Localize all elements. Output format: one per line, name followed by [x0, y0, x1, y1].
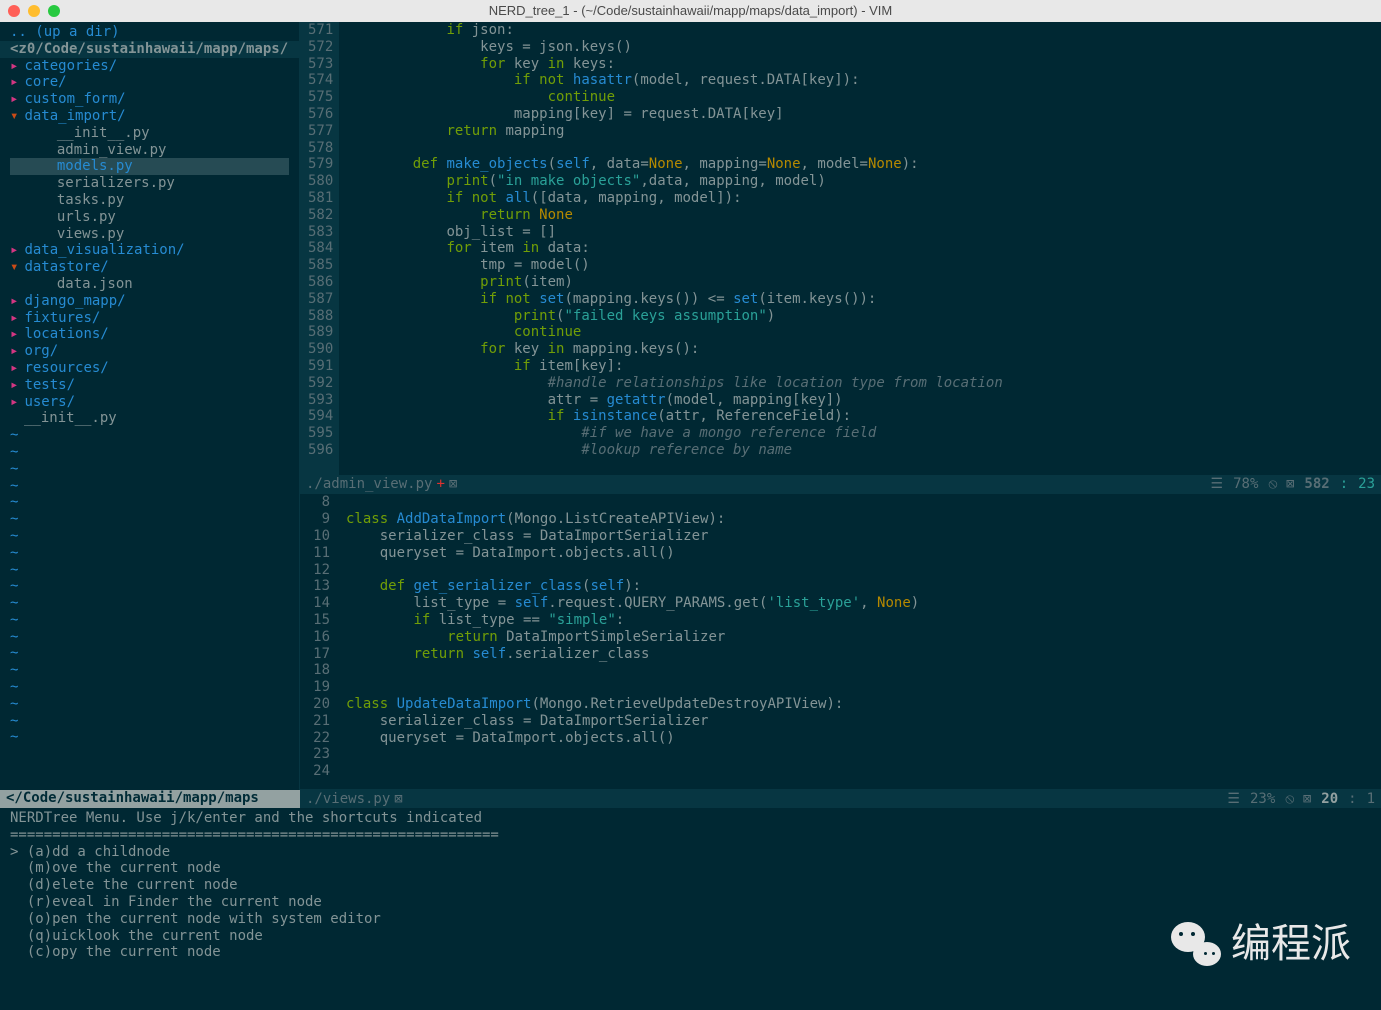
tree-item[interactable]: serializers.py	[0, 175, 299, 192]
empty-line-tilde: ~	[0, 461, 299, 478]
buffer-line: 582	[1304, 476, 1329, 493]
tree-item[interactable]: tasks.py	[0, 192, 299, 209]
tree-item[interactable]: views.py	[0, 226, 299, 243]
menu-item[interactable]: (r)eveal in Finder the current node	[10, 894, 1371, 911]
tree-item[interactable]: ▸tests/	[0, 377, 299, 394]
line-gutter: 89101112131415161718192021222324	[300, 494, 340, 789]
empty-line-tilde: ~	[0, 562, 299, 579]
empty-line-tilde: ~	[0, 645, 299, 662]
buffer-col: 23	[1358, 476, 1375, 493]
buffer-modified-icon: +	[436, 476, 444, 493]
code-area[interactable]: if json: keys = json.keys() for key in k…	[339, 22, 1381, 475]
empty-line-tilde: ~	[0, 595, 299, 612]
chevron-right-icon: ▸	[10, 74, 18, 90]
buffer-filename: ./admin_view.py	[306, 476, 432, 493]
statusbar-buffer2: ./views.py ⊠ ☰ 23% ⦸ ⊠ 20:1	[300, 790, 1381, 808]
tree-root[interactable]: <z0/Code/sustainhawaii/mapp/maps/	[0, 41, 299, 58]
empty-line-tilde: ~	[0, 427, 299, 444]
buffer-line: 20	[1321, 791, 1338, 808]
chevron-right-icon: ▸	[10, 394, 18, 410]
chevron-right-icon: ▸	[10, 91, 18, 107]
menu-item[interactable]: (q)uicklook the current node	[10, 928, 1371, 945]
tree-item[interactable]: ▾datastore/	[0, 259, 299, 276]
buffer-close-icon[interactable]: ⊠	[449, 476, 457, 493]
chevron-right-icon: ▸	[10, 326, 18, 342]
buffer-close-icon[interactable]: ⊠	[394, 791, 402, 808]
buffer-percent: 23%	[1250, 791, 1275, 808]
menu-header: NERDTree Menu. Use j/k/enter and the sho…	[10, 810, 1371, 827]
statusbar-buffer1: ./admin_view.py + ⊠ ☰ 78% ⦸ ⊠ 582:23	[300, 475, 1381, 493]
chevron-right-icon: ▸	[10, 310, 18, 326]
empty-line-tilde: ~	[0, 629, 299, 646]
empty-line-tilde: ~	[0, 578, 299, 595]
tree-item[interactable]: ▸django_mapp/	[0, 293, 299, 310]
empty-line-tilde: ~	[0, 444, 299, 461]
chevron-down-icon: ▾	[10, 108, 18, 124]
line-gutter: 5715725735745755765775785795805815825835…	[300, 22, 339, 475]
menu-item[interactable]: (d)elete the current node	[10, 877, 1371, 894]
empty-line-tilde: ~	[0, 696, 299, 713]
tree-item[interactable]: ▸data_visualization/	[0, 242, 299, 259]
chevron-right-icon: ▸	[10, 377, 18, 393]
tree-item[interactable]: ▸custom_form/	[0, 91, 299, 108]
watermark: 编程派	[1169, 918, 1351, 970]
window-title: NERD_tree_1 - (~/Code/sustainhawaii/mapp…	[0, 3, 1381, 19]
tree-updir[interactable]: .. (up a dir)	[0, 24, 299, 41]
file-tree[interactable]: .. (up a dir) <z0/Code/sustainhawaii/map…	[0, 22, 300, 790]
empty-line-tilde: ~	[0, 494, 299, 511]
tree-item[interactable]: __init__.py	[0, 125, 299, 142]
buffer-percent: 78%	[1233, 476, 1258, 493]
chevron-right-icon: ▸	[10, 293, 18, 309]
command-area[interactable]: NERDTree Menu. Use j/k/enter and the sho…	[0, 808, 1381, 1008]
menu-item[interactable]: (o)pen the current node with system edit…	[10, 911, 1371, 928]
menu-item[interactable]: > (a)dd a childnode	[10, 844, 1371, 861]
tree-item[interactable]: admin_view.py	[0, 142, 299, 159]
menu-item[interactable]: (c)opy the current node	[10, 944, 1371, 961]
empty-line-tilde: ~	[0, 713, 299, 730]
tree-item[interactable]: ▾data_import/	[0, 108, 299, 125]
watermark-text: 编程派	[1231, 920, 1351, 968]
code-area[interactable]: class AddDataImport(Mongo.ListCreateAPIV…	[340, 494, 1381, 789]
tree-item[interactable]: ▸resources/	[0, 360, 299, 377]
empty-line-tilde: ~	[0, 511, 299, 528]
empty-line-tilde: ~	[0, 679, 299, 696]
chevron-right-icon: ▸	[10, 58, 18, 74]
menu-separator: ========================================…	[10, 827, 1371, 844]
editor-buffer-top[interactable]: 5715725735745755765775785795805815825835…	[300, 22, 1381, 494]
tree-item[interactable]: urls.py	[0, 209, 299, 226]
empty-line-tilde: ~	[0, 478, 299, 495]
window-titlebar: NERD_tree_1 - (~/Code/sustainhawaii/mapp…	[0, 0, 1381, 22]
nerdtree-status: </Code/sustainhawaii/mapp/maps	[0, 790, 300, 808]
empty-line-tilde: ~	[0, 729, 299, 746]
empty-line-tilde: ~	[0, 612, 299, 629]
buffer-col: 1	[1367, 791, 1375, 808]
empty-line-tilde: ~	[0, 528, 299, 545]
chevron-right-icon: ▸	[10, 360, 18, 376]
tree-item[interactable]: ▸core/	[0, 74, 299, 91]
tree-item[interactable]: ▸users/	[0, 394, 299, 411]
chevron-down-icon: ▾	[10, 259, 18, 275]
chevron-right-icon: ▸	[10, 343, 18, 359]
empty-line-tilde: ~	[0, 545, 299, 562]
empty-line-tilde: ~	[0, 662, 299, 679]
tree-item[interactable]: ▸org/	[0, 343, 299, 360]
editor-buffer-bottom[interactable]: 89101112131415161718192021222324 class A…	[300, 494, 1381, 790]
wechat-icon	[1169, 918, 1221, 970]
tree-item[interactable]: ▸fixtures/	[0, 310, 299, 327]
tree-item[interactable]: ▸categories/	[0, 58, 299, 75]
tree-item[interactable]: data.json	[0, 276, 299, 293]
tree-item[interactable]: models.py	[0, 158, 299, 175]
tree-item[interactable]: __init__.py	[0, 410, 299, 427]
menu-item[interactable]: (m)ove the current node	[10, 860, 1371, 877]
chevron-right-icon: ▸	[10, 242, 18, 258]
buffer-filename: ./views.py	[306, 791, 390, 808]
tree-item[interactable]: ▸locations/	[0, 326, 299, 343]
